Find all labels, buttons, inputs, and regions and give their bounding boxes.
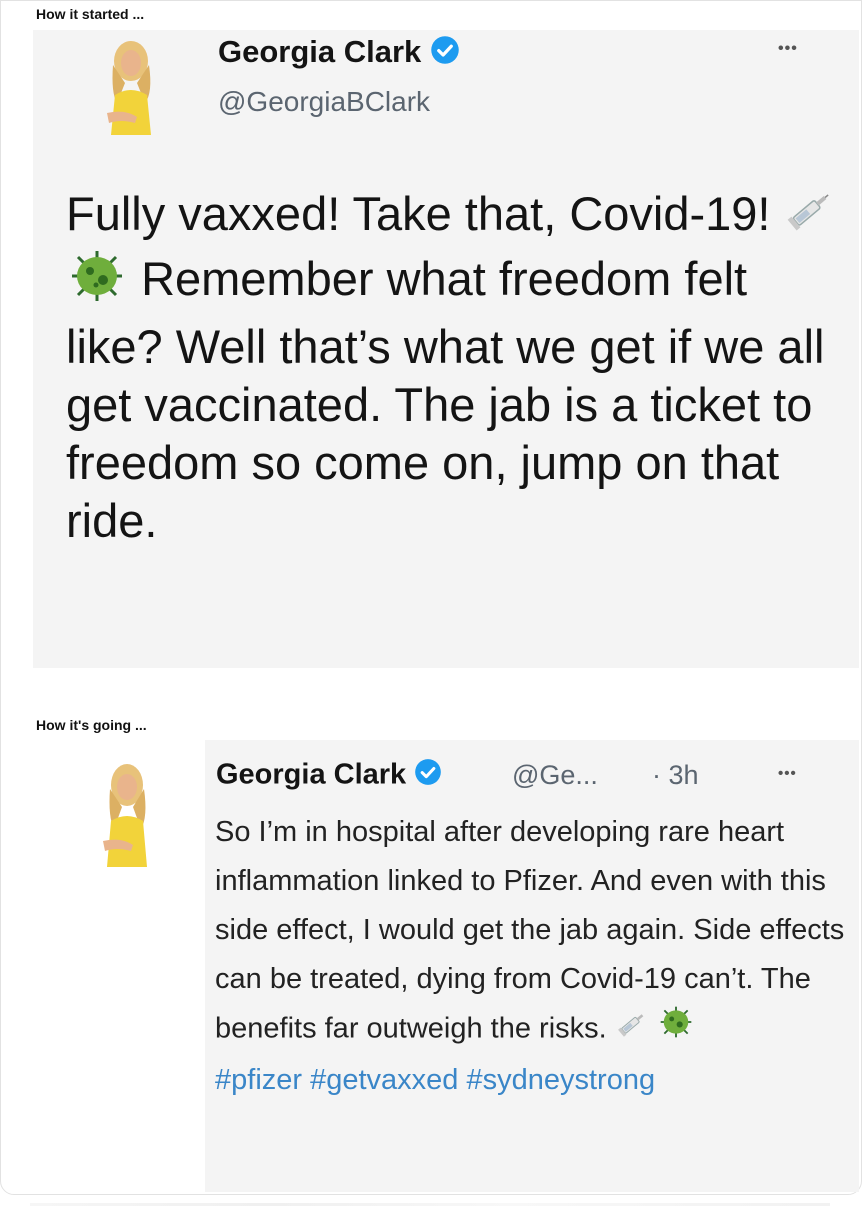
verified-badge-icon (430, 35, 460, 73)
author-handle[interactable]: @GeorgiaBClark (218, 86, 430, 118)
caption-how-its-going: How it's going ... (36, 717, 147, 733)
tweet-text-part-1: Fully vaxxed! Take that, Covid-19! (66, 187, 771, 240)
hashtags-link[interactable]: #pfizer #getvaxxed #sydneystrong (215, 1064, 655, 1096)
author-name-text: Georgia Clark (218, 34, 422, 69)
syringe-icon (784, 188, 834, 247)
author-name-text: Georgia Clark (216, 758, 407, 791)
author-name[interactable]: Georgia Clark (218, 34, 460, 73)
syringe-icon (615, 1006, 649, 1055)
microbe-icon (66, 247, 128, 318)
more-options-icon[interactable]: ••• (778, 765, 797, 782)
author-handle[interactable]: @Ge... (512, 760, 598, 791)
bottom-edge (0, 1196, 867, 1223)
tweet-text: Fully vaxxed! Take that, Covid-19! Remem… (66, 185, 836, 550)
tweet-timestamp[interactable]: · 3h (652, 760, 699, 791)
verified-badge-icon (414, 758, 442, 794)
tweet-text-body: So I’m in hospital after developing rare… (215, 816, 845, 1045)
avatar[interactable] (93, 755, 161, 867)
faint-divider (30, 1203, 830, 1206)
tweet-text: So I’m in hospital after developing rare… (215, 808, 855, 1105)
more-options-icon[interactable]: ••• (778, 40, 798, 58)
microbe-icon (657, 1004, 695, 1056)
avatar[interactable] (95, 33, 165, 135)
author-name[interactable]: Georgia Clark (216, 758, 442, 794)
tweet-text-part-2: Remember what freedom felt like? Well th… (66, 252, 825, 548)
caption-how-it-started: How it started ... (36, 6, 145, 22)
